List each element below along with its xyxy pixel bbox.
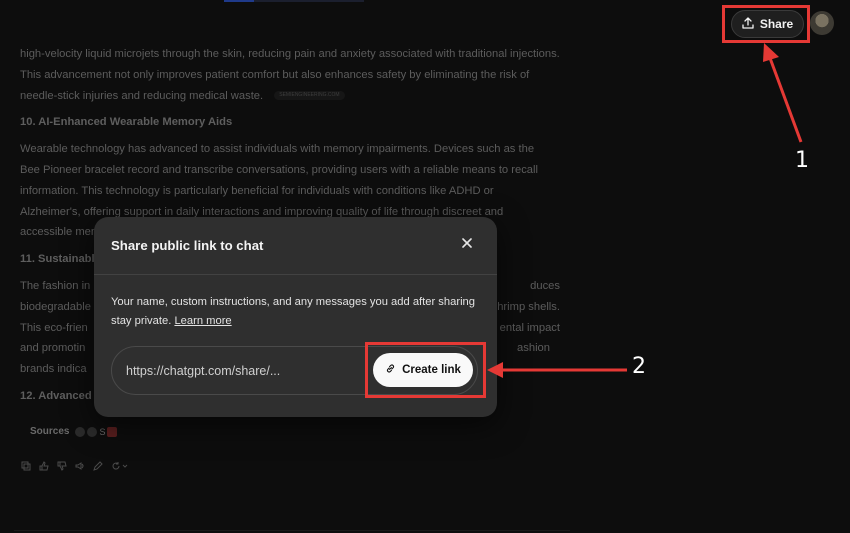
paragraph-line: and promotin: [20, 342, 86, 355]
modal-description: Your name, custom instructions, and any …: [111, 293, 481, 330]
share-link-input[interactable]: [126, 361, 346, 381]
annotation-number-2: 2: [632, 354, 646, 379]
paragraph-line: brands indica: [20, 363, 87, 376]
chat-paragraph: high-velocity liquid microjets through t…: [20, 44, 560, 106]
paragraph-line: ashion: [517, 342, 550, 355]
avatar[interactable]: [810, 11, 834, 35]
top-tab-strip: [224, 0, 364, 2]
learn-more-link[interactable]: Learn more: [174, 315, 231, 327]
sources-button[interactable]: Sources S: [20, 423, 127, 440]
source-favicon-icon: [75, 426, 86, 437]
divider: [14, 530, 570, 531]
source-favicons: S: [75, 426, 118, 437]
modal-divider: [94, 274, 497, 275]
close-button[interactable]: [459, 236, 475, 252]
highlight-box-share: [722, 5, 810, 43]
paragraph-line: biodegradable: [20, 300, 91, 313]
paragraph-line: duces: [530, 279, 560, 292]
paragraph-line: accessible mem: [20, 226, 101, 239]
section-heading: 10. AI-Enhanced Wearable Memory Aids: [20, 116, 233, 129]
close-icon: [462, 235, 472, 253]
citation-badge[interactable]: SEMIENGINEERING.COM: [274, 91, 345, 101]
paragraph-line: Bee Pioneer bracelet record and transcri…: [20, 163, 539, 176]
thumbs-down-icon[interactable]: [56, 460, 68, 472]
regenerate-icon[interactable]: [110, 460, 130, 472]
paragraph-line: Wearable technology has advanced to assi…: [20, 143, 535, 156]
paragraph-line: The fashion in: [20, 279, 91, 292]
paragraph-line: ental impact: [499, 321, 560, 334]
edit-icon[interactable]: [92, 460, 104, 472]
source-letter: S: [99, 426, 106, 437]
sources-label: Sources: [30, 426, 70, 437]
annotation-number-1: 1: [795, 148, 809, 173]
copy-icon[interactable]: [20, 460, 32, 472]
read-aloud-icon[interactable]: [74, 460, 86, 472]
source-favicon-icon: [87, 426, 98, 437]
highlight-box-create-link: [365, 342, 486, 398]
message-actions: [20, 460, 130, 472]
thumbs-up-icon[interactable]: [38, 460, 50, 472]
paragraph-line: This eco-frien: [20, 321, 88, 334]
source-favicon-icon: [107, 426, 118, 437]
description-text: Your name, custom instructions, and any …: [111, 296, 476, 327]
paragraph-line: information. This technology is particul…: [20, 184, 494, 197]
paragraph-line: Alzheimer's, offering support in daily i…: [20, 205, 504, 218]
modal-title: Share public link to chat: [111, 238, 264, 253]
paragraph-line: hrimp shells.: [497, 300, 560, 313]
